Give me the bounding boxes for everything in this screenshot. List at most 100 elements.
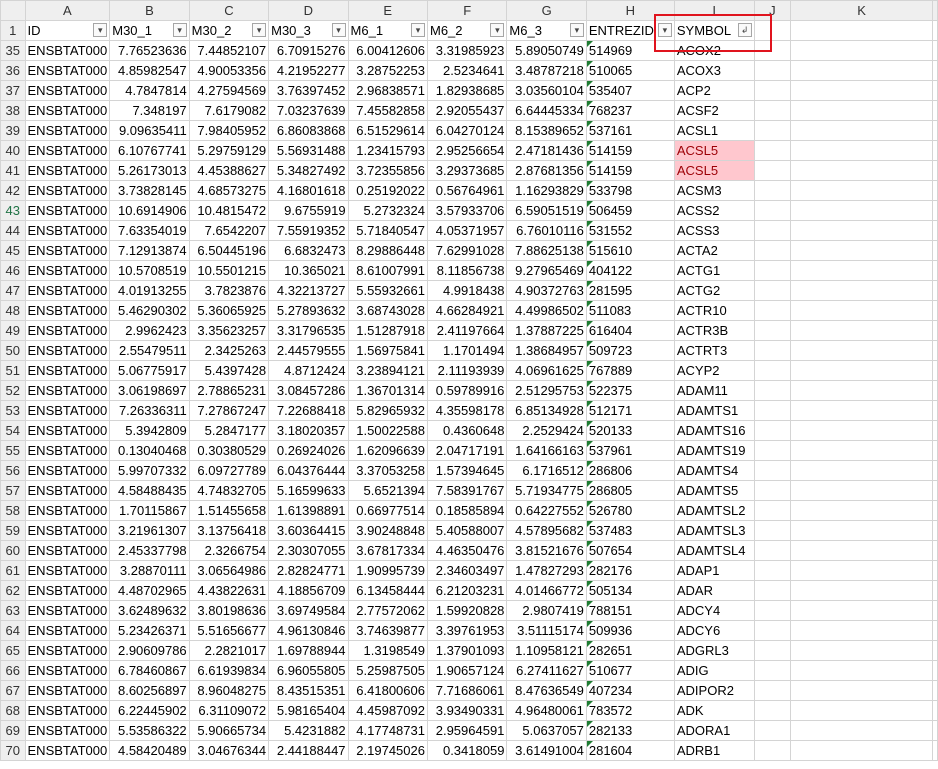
column-header-D[interactable]: D	[268, 0, 349, 21]
cell-value[interactable]: 1.37887225	[506, 320, 587, 341]
empty-cell[interactable]	[790, 140, 933, 161]
cell-value[interactable]: 3.80198636	[188, 600, 270, 621]
cell-value[interactable]: 1.47827293	[506, 560, 587, 581]
empty-cell[interactable]	[790, 200, 933, 221]
cell-value[interactable]: 4.7847814	[109, 80, 190, 101]
cell-entrezid[interactable]: 282651	[585, 640, 675, 661]
cell-id[interactable]: ENSBTAT000	[24, 420, 111, 441]
cell-value[interactable]: 7.76523636	[109, 40, 190, 61]
cell-id[interactable]: ENSBTAT000	[24, 480, 111, 501]
cell-value[interactable]: 6.64445334	[506, 100, 587, 121]
cell-value[interactable]: 5.4231882	[268, 720, 349, 741]
cell-value[interactable]: 0.25192022	[347, 180, 428, 201]
empty-cell[interactable]	[932, 460, 938, 481]
cell-value[interactable]: 3.37053258	[347, 460, 428, 481]
cell-entrezid[interactable]: 535407	[585, 80, 675, 101]
cell-value[interactable]: 4.18856709	[268, 580, 349, 601]
cell-value[interactable]: 7.55919352	[268, 220, 349, 241]
empty-cell[interactable]	[790, 100, 933, 121]
cell-value[interactable]: 2.2821017	[188, 640, 270, 661]
cell-symbol[interactable]: ADCY4	[673, 600, 755, 621]
empty-cell[interactable]	[753, 460, 792, 481]
cell-id[interactable]: ENSBTAT000	[24, 180, 111, 201]
cell-symbol[interactable]: ADAMTSL3	[673, 520, 755, 541]
cell-value[interactable]: 7.6179082	[188, 100, 270, 121]
cell-symbol[interactable]: ACYP2	[673, 360, 755, 381]
row-number[interactable]: 56	[0, 460, 26, 481]
cell-symbol[interactable]: ACOX3	[673, 60, 755, 81]
cell-value[interactable]: 4.58488435	[109, 480, 190, 501]
row-number[interactable]: 61	[0, 560, 26, 581]
cell-value[interactable]: 1.50022588	[347, 420, 428, 441]
cell-value[interactable]: 10.4815472	[188, 200, 270, 221]
cell-value[interactable]: 6.59051519	[506, 200, 587, 221]
cell-symbol[interactable]: ACTR10	[673, 300, 755, 321]
cell-value[interactable]: 5.3942809	[109, 420, 190, 441]
cell-value[interactable]: 1.82938685	[426, 80, 508, 101]
cell-value[interactable]: 2.9807419	[506, 600, 587, 621]
empty-cell[interactable]	[790, 600, 933, 621]
empty-cell[interactable]	[753, 40, 792, 61]
empty-cell[interactable]	[753, 500, 792, 521]
cell-value[interactable]: 7.88625138	[506, 240, 587, 261]
empty-cell[interactable]	[932, 80, 938, 101]
cell-id[interactable]: ENSBTAT000	[24, 280, 111, 301]
cell-entrezid[interactable]: 286806	[585, 460, 675, 481]
empty-cell[interactable]	[932, 740, 938, 761]
cell-value[interactable]: 3.08457286	[268, 380, 349, 401]
cell-value[interactable]: 3.68743028	[347, 300, 428, 321]
empty-cell[interactable]	[753, 100, 792, 121]
header-cell-m6_1[interactable]: M6_1 ▾	[347, 20, 428, 41]
empty-cell[interactable]	[753, 300, 792, 321]
cell-symbol[interactable]: ADAMTSL4	[673, 540, 755, 561]
cell-value[interactable]: 0.30380529	[188, 440, 270, 461]
empty-cell[interactable]	[790, 400, 933, 421]
empty-cell[interactable]	[753, 360, 792, 381]
cell-value[interactable]: 5.71934775	[506, 480, 587, 501]
cell-symbol[interactable]: ADAMTS4	[673, 460, 755, 481]
cell-value[interactable]: 5.99707332	[109, 460, 190, 481]
cell-value[interactable]: 1.62096639	[347, 440, 428, 461]
cell-value[interactable]: 8.29886448	[347, 240, 428, 261]
cell-value[interactable]: 5.2847177	[188, 420, 270, 441]
cell-entrezid[interactable]: 537483	[585, 520, 675, 541]
cell-id[interactable]: ENSBTAT000	[24, 300, 111, 321]
row-number[interactable]: 46	[0, 260, 26, 281]
cell-entrezid[interactable]: 537161	[585, 120, 675, 141]
cell-value[interactable]: 3.69749584	[268, 600, 349, 621]
cell-value[interactable]: 5.26173013	[109, 160, 190, 181]
cell-value[interactable]: 2.04717191	[426, 440, 508, 461]
empty-cell[interactable]	[753, 320, 792, 341]
cell-value[interactable]: 0.26924026	[268, 440, 349, 461]
cell-value[interactable]: 5.89050749	[506, 40, 587, 61]
row-number[interactable]: 45	[0, 240, 26, 261]
empty-cell[interactable]	[932, 440, 938, 461]
empty-cell[interactable]	[790, 640, 933, 661]
empty-cell[interactable]	[790, 700, 933, 721]
cell-id[interactable]: ENSBTAT000	[24, 160, 111, 181]
cell-symbol[interactable]: ADORA1	[673, 720, 755, 741]
cell-id[interactable]: ENSBTAT000	[24, 640, 111, 661]
cell-value[interactable]: 3.81521676	[506, 540, 587, 561]
cell-value[interactable]: 1.51287918	[347, 320, 428, 341]
empty-cell[interactable]	[790, 560, 933, 581]
cell-value[interactable]: 4.43822631	[188, 580, 270, 601]
cell-entrezid[interactable]: 507654	[585, 540, 675, 561]
cell-id[interactable]: ENSBTAT000	[24, 600, 111, 621]
empty-cell[interactable]	[753, 440, 792, 461]
cell-value[interactable]: 0.56764961	[426, 180, 508, 201]
header-cell-id[interactable]: ID ▾	[24, 20, 111, 41]
row-number[interactable]: 44	[0, 220, 26, 241]
cell-symbol[interactable]: ADAMTS5	[673, 480, 755, 501]
cell-value[interactable]: 2.5234641	[426, 60, 508, 81]
cell-value[interactable]: 3.06564986	[188, 560, 270, 581]
row-number[interactable]: 70	[0, 740, 26, 761]
cell-value[interactable]: 6.04270124	[426, 120, 508, 141]
cell-value[interactable]: 2.9962423	[109, 320, 190, 341]
cell-value[interactable]: 4.45388627	[188, 160, 270, 181]
cell-entrezid[interactable]: 520133	[585, 420, 675, 441]
cell-value[interactable]: 0.59789916	[426, 380, 508, 401]
cell-value[interactable]: 0.3418059	[426, 740, 508, 761]
cell-entrezid[interactable]: 514159	[585, 140, 675, 161]
header-cell-m6_3[interactable]: M6_3 ▾	[506, 20, 587, 41]
